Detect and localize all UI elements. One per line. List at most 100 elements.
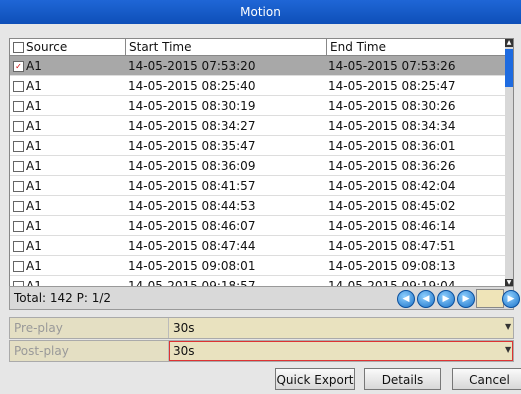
scroll-thumb[interactable] bbox=[505, 49, 513, 87]
source-value: A1 bbox=[26, 78, 42, 93]
last-page-icon[interactable]: ▶ bbox=[457, 290, 475, 308]
source-header-label: Source bbox=[26, 40, 68, 54]
table-body: ✓ A1 14-05-2015 07:53:20 14-05-2015 07:53:2… bbox=[10, 56, 513, 287]
start-time-cell: 14-05-2015 08:30:19 bbox=[128, 98, 256, 113]
source-value: A1 bbox=[26, 218, 42, 233]
vertical-scrollbar[interactable]: ▲ ▼ bbox=[505, 39, 513, 287]
source-value: A1 bbox=[26, 98, 42, 113]
details-button[interactable]: Details bbox=[364, 368, 441, 390]
source-cell: A1 bbox=[10, 79, 125, 93]
source-cell: A1 bbox=[10, 179, 125, 193]
source-value: A1 bbox=[26, 198, 42, 213]
postplay-value: 30s bbox=[173, 344, 195, 358]
source-cell: A1 bbox=[10, 199, 125, 213]
quick-export-button[interactable]: Quick Export bbox=[275, 368, 355, 390]
table-row[interactable]: A1 14-05-2015 08:30:19 14-05-2015 08:30:26 bbox=[10, 96, 513, 116]
source-value: A1 bbox=[26, 258, 42, 273]
prev-page-icon[interactable]: ◀ bbox=[417, 290, 435, 308]
row-checkbox[interactable] bbox=[13, 180, 24, 192]
table-row[interactable]: A1 14-05-2015 09:08:01 14-05-2015 09:08:13 bbox=[10, 256, 513, 276]
end-time-cell: 14-05-2015 09:08:13 bbox=[328, 258, 456, 273]
table-row[interactable]: A1 14-05-2015 08:46:07 14-05-2015 08:46:14 bbox=[10, 216, 513, 236]
end-time-cell: 14-05-2015 08:34:34 bbox=[328, 118, 456, 133]
start-time-cell: 14-05-2015 08:46:07 bbox=[128, 218, 256, 233]
row-checkbox[interactable] bbox=[13, 260, 24, 272]
source-cell: ✓ A1 bbox=[10, 59, 125, 73]
source-cell: A1 bbox=[10, 239, 125, 253]
dropdown-arrow-icon[interactable]: ▼ bbox=[505, 345, 513, 355]
scroll-up-arrow-icon[interactable]: ▲ bbox=[505, 39, 513, 47]
end-time-cell: 14-05-2015 08:36:01 bbox=[328, 138, 456, 153]
row-checkbox[interactable] bbox=[13, 120, 24, 132]
source-value: A1 bbox=[26, 58, 42, 73]
row-checkbox[interactable] bbox=[13, 220, 24, 232]
start-time-cell: 14-05-2015 08:35:47 bbox=[128, 138, 256, 153]
postplay-row: Post-play 30s ▼ bbox=[9, 340, 514, 362]
source-cell: A1 bbox=[10, 119, 125, 133]
start-time-cell: 14-05-2015 08:44:53 bbox=[128, 198, 256, 213]
dropdown-arrow-icon[interactable]: ▼ bbox=[505, 322, 513, 332]
start-time-cell: 14-05-2015 09:08:01 bbox=[128, 258, 256, 273]
start-time-cell: 14-05-2015 08:34:27 bbox=[128, 118, 256, 133]
row-checkbox[interactable]: ✓ bbox=[13, 60, 24, 72]
preplay-row: Pre-play 30s ▼ bbox=[9, 317, 514, 339]
table-header: Source Start Time End Time bbox=[10, 39, 513, 56]
preplay-label: Pre-play bbox=[10, 318, 169, 338]
row-checkbox[interactable] bbox=[13, 100, 24, 112]
window-title: Motion bbox=[0, 0, 521, 24]
source-cell: A1 bbox=[10, 99, 125, 113]
results-table: Source Start Time End Time ✓ A1 14-05-2015… bbox=[9, 38, 514, 288]
source-value: A1 bbox=[26, 118, 42, 133]
source-cell: A1 bbox=[10, 219, 125, 233]
row-checkbox[interactable] bbox=[13, 240, 24, 252]
end-time-cell: 14-05-2015 08:45:02 bbox=[328, 198, 456, 213]
select-all-checkbox[interactable] bbox=[13, 41, 24, 53]
end-time-cell: 14-05-2015 08:25:47 bbox=[328, 78, 456, 93]
next-page-icon[interactable]: ▶ bbox=[437, 290, 455, 308]
postplay-select[interactable]: 30s ▼ bbox=[169, 341, 513, 361]
end-time-cell: 14-05-2015 08:47:51 bbox=[328, 238, 456, 253]
preplay-value: 30s bbox=[173, 321, 195, 335]
end-time-column-header[interactable]: End Time bbox=[327, 39, 512, 55]
source-value: A1 bbox=[26, 178, 42, 193]
table-row[interactable]: ✓ A1 14-05-2015 07:53:20 14-05-2015 07:53:2… bbox=[10, 56, 513, 76]
source-cell: A1 bbox=[10, 139, 125, 153]
table-row[interactable]: A1 14-05-2015 08:34:27 14-05-2015 08:34:34 bbox=[10, 116, 513, 136]
start-time-column-header[interactable]: Start Time bbox=[126, 39, 327, 55]
end-time-cell: 14-05-2015 07:53:26 bbox=[328, 58, 456, 73]
preplay-select[interactable]: 30s ▼ bbox=[169, 318, 513, 338]
source-value: A1 bbox=[26, 158, 42, 173]
start-time-cell: 14-05-2015 08:41:57 bbox=[128, 178, 256, 193]
row-checkbox[interactable] bbox=[13, 200, 24, 212]
start-time-cell: 14-05-2015 07:53:20 bbox=[128, 58, 256, 73]
table-row[interactable]: A1 14-05-2015 08:47:44 14-05-2015 08:47:51 bbox=[10, 236, 513, 256]
end-time-cell: 14-05-2015 08:42:04 bbox=[328, 178, 456, 193]
source-cell: A1 bbox=[10, 259, 125, 273]
row-checkbox[interactable] bbox=[13, 140, 24, 152]
row-checkbox[interactable] bbox=[13, 80, 24, 92]
start-time-cell: 14-05-2015 08:36:09 bbox=[128, 158, 256, 173]
table-row[interactable]: A1 14-05-2015 08:35:47 14-05-2015 08:36:01 bbox=[10, 136, 513, 156]
first-page-icon[interactable]: ◀ bbox=[397, 290, 415, 308]
table-row[interactable]: A1 14-05-2015 08:25:40 14-05-2015 08:25:47 bbox=[10, 76, 513, 96]
page-navigation: ◀ ◀ ▶ ▶ bbox=[397, 290, 475, 308]
total-count-text: Total: 142 P: 1/2 bbox=[14, 291, 112, 305]
motion-dialog: Source Start Time End Time ✓ A1 14-05-2015… bbox=[0, 24, 521, 394]
source-value: A1 bbox=[26, 138, 42, 153]
start-time-cell: 14-05-2015 08:47:44 bbox=[128, 238, 256, 253]
end-time-cell: 14-05-2015 08:46:14 bbox=[328, 218, 456, 233]
end-time-cell: 14-05-2015 08:36:26 bbox=[328, 158, 456, 173]
source-cell: A1 bbox=[10, 159, 125, 173]
row-checkbox[interactable] bbox=[13, 160, 24, 172]
table-row[interactable]: A1 14-05-2015 08:41:57 14-05-2015 08:42:04 bbox=[10, 176, 513, 196]
page-number-input[interactable] bbox=[476, 289, 504, 308]
postplay-label: Post-play bbox=[10, 341, 169, 361]
go-page-icon[interactable]: ▶ bbox=[502, 290, 520, 308]
source-column-header[interactable]: Source bbox=[10, 39, 126, 55]
table-row[interactable]: A1 14-05-2015 08:36:09 14-05-2015 08:36:26 bbox=[10, 156, 513, 176]
table-row[interactable]: A1 14-05-2015 08:44:53 14-05-2015 08:45:02 bbox=[10, 196, 513, 216]
start-time-cell: 14-05-2015 08:25:40 bbox=[128, 78, 256, 93]
cancel-button[interactable]: Cancel bbox=[452, 368, 521, 390]
end-time-cell: 14-05-2015 08:30:26 bbox=[328, 98, 456, 113]
source-value: A1 bbox=[26, 238, 42, 253]
